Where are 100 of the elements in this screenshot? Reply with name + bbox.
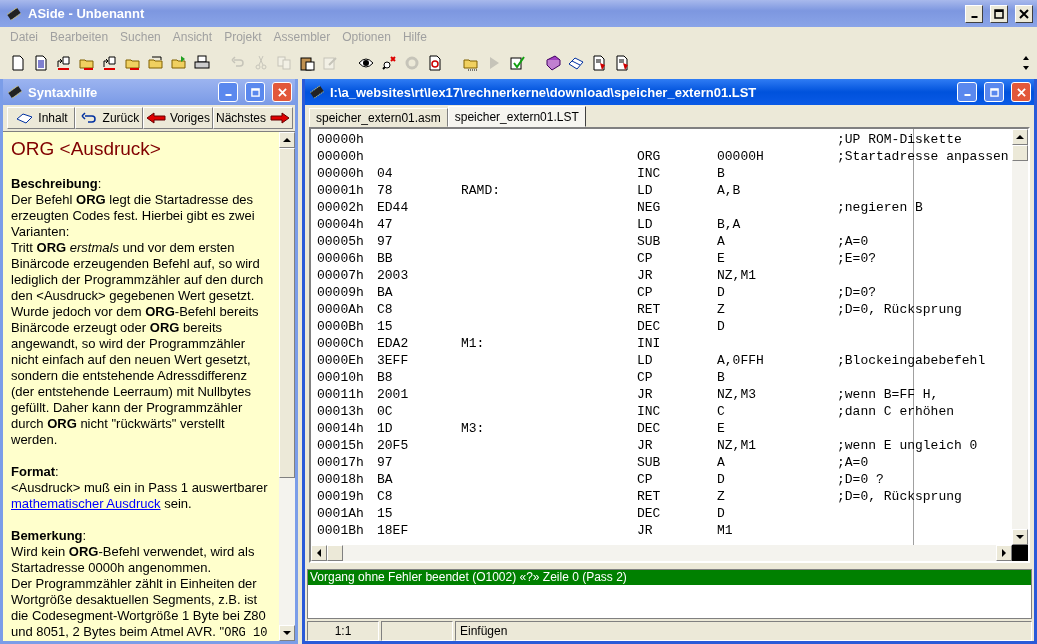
scrollbar[interactable] bbox=[279, 132, 295, 641]
page-icon[interactable] bbox=[10, 55, 26, 71]
maximize-icon bbox=[250, 87, 260, 97]
down-arrow-icon[interactable] bbox=[283, 629, 291, 637]
nav-button[interactable]: Nächstes bbox=[212, 107, 293, 129]
code-text: 47 bbox=[377, 217, 393, 232]
scrollbar[interactable] bbox=[1012, 129, 1028, 545]
code-text: NEG bbox=[637, 200, 661, 215]
code-text: Z bbox=[717, 489, 725, 504]
undo-icon bbox=[78, 112, 99, 124]
code-text: BA bbox=[377, 472, 393, 487]
code-text: CP bbox=[637, 472, 653, 487]
nav-button[interactable]: Voriges bbox=[142, 107, 213, 129]
down-arrow-icon[interactable] bbox=[1016, 533, 1024, 541]
printer-icon[interactable] bbox=[194, 55, 210, 71]
maximize-icon bbox=[989, 87, 999, 97]
menu-item[interactable]: Projekt bbox=[218, 30, 268, 44]
eye-icon[interactable] bbox=[358, 55, 374, 71]
clipboard-icon[interactable] bbox=[299, 55, 315, 71]
code-text: 00015h bbox=[317, 438, 364, 453]
minimize-icon bbox=[963, 94, 971, 96]
scroll-thumb[interactable] bbox=[1012, 145, 1028, 161]
code-text: BB bbox=[377, 251, 393, 266]
code-text: 00004h bbox=[317, 217, 364, 232]
page-search-icon[interactable] bbox=[427, 55, 443, 71]
page-flag-icon[interactable] bbox=[614, 55, 630, 71]
nav-button[interactable]: Inhalt bbox=[7, 107, 75, 129]
page-arrow-icon[interactable] bbox=[102, 55, 118, 71]
left-arrow-icon[interactable] bbox=[315, 549, 323, 557]
code-text: 00007h bbox=[317, 268, 364, 283]
menu-item[interactable]: Ansicht bbox=[166, 30, 219, 44]
code-text: 2001 bbox=[377, 387, 409, 402]
message-bar: Vorgang ohne Fehler beendet (O1002) «?» Zeile 0 (Pass 2) bbox=[308, 570, 1031, 585]
status-cell bbox=[381, 621, 453, 641]
code-text: 00011h bbox=[317, 387, 364, 402]
code-text: 00000h bbox=[317, 132, 364, 147]
code-text: JR bbox=[637, 523, 653, 538]
close-button[interactable] bbox=[1015, 4, 1033, 23]
help-link[interactable]: mathematischer Ausdruck bbox=[11, 496, 161, 511]
menu-item[interactable]: Optionen bbox=[336, 30, 397, 44]
code-text: CP bbox=[637, 251, 653, 266]
menu-item[interactable]: Assembler bbox=[267, 30, 337, 44]
code-text: JR bbox=[637, 387, 653, 402]
menu-item[interactable]: Datei bbox=[4, 30, 44, 44]
code-text: ;A=0 bbox=[837, 455, 869, 470]
help-heading: ORG <Ausdruck> bbox=[11, 138, 162, 160]
code-text: 18EF bbox=[377, 523, 409, 538]
code-text: C bbox=[717, 404, 725, 419]
help-text: sein. bbox=[163, 496, 192, 511]
code-text: 2003 bbox=[377, 268, 409, 283]
code-text: M1: bbox=[461, 336, 485, 351]
nav-button[interactable]: Zurück bbox=[74, 107, 143, 129]
menu-item[interactable]: Hilfe bbox=[396, 30, 433, 44]
code-text: 00014h bbox=[317, 421, 364, 436]
right-arrow-icon[interactable] bbox=[1000, 549, 1008, 557]
scroll-thumb[interactable] bbox=[279, 148, 295, 478]
maximize-button[interactable] bbox=[990, 4, 1008, 23]
magnifier-icon[interactable] bbox=[381, 55, 397, 71]
code-text: 00000h bbox=[317, 149, 364, 164]
folders-icon[interactable] bbox=[148, 55, 164, 71]
file-tab[interactable]: speicher_extern01.asm bbox=[309, 108, 448, 127]
code-text: 0000Ch bbox=[317, 336, 364, 351]
code-text: LD bbox=[637, 353, 653, 368]
code-text: CP bbox=[637, 285, 653, 300]
up-arrow-icon[interactable] bbox=[1016, 133, 1024, 141]
minimize-button[interactable] bbox=[965, 4, 983, 23]
scroll-thumb[interactable] bbox=[327, 545, 343, 561]
code-text: A bbox=[717, 455, 725, 470]
code-text: C8 bbox=[377, 302, 393, 317]
code-text: 00010h bbox=[317, 370, 364, 385]
section-heading: Beschreibung: bbox=[11, 176, 103, 192]
code-text: ;D=0? bbox=[837, 285, 876, 300]
code-text: 15 bbox=[377, 506, 393, 521]
code-text: 97 bbox=[377, 234, 393, 249]
page-flag-icon[interactable] bbox=[591, 55, 607, 71]
checkmark-icon[interactable] bbox=[509, 55, 525, 71]
code-text: NZ,M1 bbox=[717, 268, 756, 283]
scrollbar[interactable] bbox=[311, 545, 1012, 561]
page-arrow-icon[interactable] bbox=[56, 55, 72, 71]
code-text: SUB bbox=[637, 455, 661, 470]
code-text: C8 bbox=[377, 489, 393, 504]
file-tab[interactable]: speicher_extern01.LST bbox=[447, 106, 586, 127]
code-text: ;D=0, Rücksprung bbox=[837, 489, 962, 504]
document-icon[interactable] bbox=[33, 55, 49, 71]
open-folder-icon[interactable] bbox=[171, 55, 187, 71]
code-text: 78 bbox=[377, 183, 393, 198]
code-text: 0000Eh bbox=[317, 353, 364, 368]
code-text: M3: bbox=[461, 421, 485, 436]
code-text: ;A=0 bbox=[837, 234, 869, 249]
code-text: 20F5 bbox=[377, 438, 409, 453]
code-text: 00006h bbox=[317, 251, 364, 266]
help-paragraph: Wird kein ORG-Befehl verwendet, wird als Startadresse 0000h angenommen. Der Programmzähler zählt in Einheiten der Wortgröße desaktuellen Segments, z.B. ist die Codesegment-Wortgröße 1 Byte bei Z80 und 8051, 2 Bytes beim Atmel AVR. "ORG 10 bbox=[11, 544, 269, 641]
code-text: RET bbox=[637, 302, 661, 317]
up-arrow-icon[interactable] bbox=[283, 136, 291, 144]
menu-item[interactable]: Suchen bbox=[114, 30, 167, 44]
size-grip[interactable] bbox=[1012, 545, 1028, 561]
menu-item[interactable]: Bearbeiten bbox=[44, 30, 115, 44]
code-text: EDA2 bbox=[377, 336, 409, 351]
code-text: 0C bbox=[377, 404, 393, 419]
code-text: ;dann C erhöhen bbox=[837, 404, 955, 419]
